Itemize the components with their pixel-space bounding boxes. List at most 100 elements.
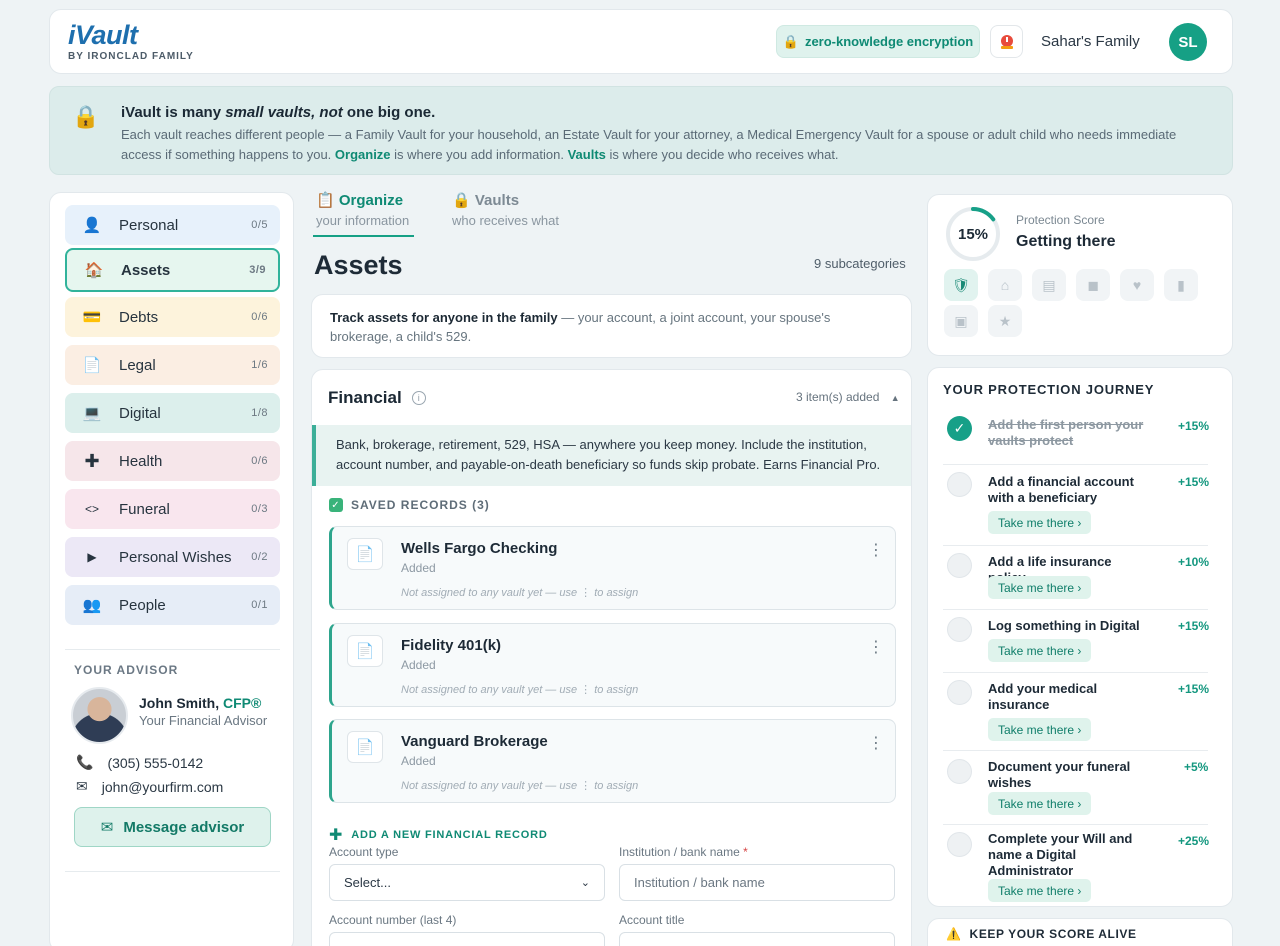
family-name[interactable]: Sahar's Family	[1041, 33, 1140, 50]
banner-body-text: is where you add information.	[390, 147, 568, 162]
add-new-record-button[interactable]: ✚ ADD A NEW FINANCIAL RECORD	[329, 825, 548, 845]
step-text: Add your medical insurance	[988, 681, 1098, 712]
subcategory-count: 9 subcategories	[814, 256, 906, 271]
plus-icon: ✚	[84, 450, 100, 471]
advisor-phone[interactable]: 📞 (305) 555-0142	[76, 754, 203, 771]
divider	[65, 871, 280, 872]
account-number-input[interactable]	[329, 932, 605, 946]
sidebar-item-personal[interactable]: 👤 Personal 0/5	[65, 205, 280, 245]
section-title: Financial i	[328, 388, 426, 408]
sidebar-item-assets[interactable]: 🏠 Assets 3/9	[65, 248, 280, 292]
checkbox-icon: ✓	[329, 498, 343, 512]
advisor-credential: CFP®	[223, 695, 262, 711]
sidebar-item-label: Legal	[119, 356, 156, 374]
active-tab-indicator	[313, 235, 414, 237]
items-added-toggle[interactable]: 3 item(s) added ▲	[796, 390, 900, 404]
sidebar-item-digital[interactable]: 💻 Digital 1/8	[65, 393, 280, 433]
divider	[943, 672, 1208, 673]
step-text: Log something in Digital	[988, 618, 1140, 633]
score-status: Getting there	[1016, 233, 1116, 250]
advisor-name-text: John Smith,	[139, 695, 220, 711]
sidebar-item-health[interactable]: ✚ Health 0/6	[65, 441, 280, 481]
advisor-email[interactable]: ✉ john@yourfirm.com	[76, 778, 223, 795]
record-note: Not assigned to any vault yet — use ⋮ to…	[401, 684, 639, 696]
step-text: Document your funeral wishes	[988, 759, 1131, 790]
advisor-phone-text: (305) 555-0142	[107, 754, 204, 771]
lock-icon: 🔒	[782, 33, 799, 49]
section-title-text: Financial	[328, 388, 402, 407]
more-options-icon[interactable]: ⋮	[868, 637, 884, 657]
sidebar-item-label: Personal Wishes	[119, 548, 232, 566]
record-name: Fidelity 401(k)	[401, 637, 502, 654]
sidebar-item-count: 3/9	[249, 264, 266, 276]
logo[interactable]: iVault BY IRONCLAD FAMILY	[68, 20, 194, 62]
step-incomplete-icon	[947, 617, 972, 642]
take-me-there-button[interactable]: Take me there ›	[988, 792, 1092, 815]
saved-records-heading: ✓ SAVED RECORDS (3)	[329, 498, 490, 512]
institution-label-text: Institution / bank name	[619, 845, 740, 859]
step-incomplete-icon	[947, 680, 972, 705]
sidebar-item-funeral[interactable]: <> Funeral 0/3	[65, 489, 280, 529]
record-card[interactable]: 📄 Fidelity 401(k) Added Not assigned to …	[329, 623, 896, 707]
sidebar-item-count: 0/6	[251, 455, 268, 467]
plus-icon: ✚	[329, 827, 344, 844]
tab-vaults-sub: who receives what	[452, 213, 559, 228]
take-me-there-button[interactable]: Take me there ›	[988, 639, 1092, 662]
sidebar-item-personal-wishes[interactable]: ▶ Personal Wishes 0/2	[65, 537, 280, 577]
score-percent: 15%	[957, 225, 989, 243]
financial-section: Financial i 3 item(s) added ▲ Bank, brok…	[311, 369, 912, 946]
sidebar-item-legal[interactable]: 📄 Legal 1/6	[65, 345, 280, 385]
account-title-input[interactable]	[619, 932, 895, 946]
sidebar-item-debts[interactable]: 💳 Debts 0/6	[65, 297, 280, 337]
laptop-icon: 💻	[82, 405, 102, 422]
alert-button[interactable]	[990, 25, 1023, 58]
take-me-there-button[interactable]: Take me there ›	[988, 576, 1092, 599]
take-me-there-button[interactable]: Take me there ›	[988, 879, 1092, 902]
account-type-select[interactable]: Select... ⌄	[329, 864, 605, 901]
shield-icon[interactable]: 🛡	[944, 269, 978, 301]
sidebar-item-label: Assets	[121, 261, 171, 279]
record-status: Added	[401, 658, 436, 672]
institution-input[interactable]: Institution / bank name	[619, 864, 895, 901]
house-icon: 🏠	[84, 262, 104, 279]
info-icon[interactable]: i	[411, 391, 426, 405]
take-me-there-button[interactable]: Take me there ›	[988, 718, 1092, 741]
intro-card: Track assets for anyone in the family — …	[311, 294, 912, 358]
document-icon: 📄	[347, 635, 383, 667]
score-label: Protection Score	[1016, 213, 1105, 227]
record-card[interactable]: 📄 Vanguard Brokerage Added Not assigned …	[329, 719, 896, 803]
sidebar-item-count: 0/3	[251, 503, 268, 515]
tab-vaults[interactable]: 🔒 Vaults who receives what	[452, 191, 559, 228]
step-percent: +15%	[1178, 419, 1210, 433]
step-percent: +15%	[1178, 475, 1210, 489]
sidebar-item-label: People	[119, 596, 166, 614]
chat-icon[interactable]: ◼	[1076, 269, 1110, 301]
document-icon[interactable]: ▤	[1032, 269, 1066, 301]
more-options-icon[interactable]: ⋮	[868, 733, 884, 753]
tab-organize[interactable]: 📋 Organize your information	[316, 191, 409, 228]
sidebar-item-people[interactable]: 👥 People 0/1	[65, 585, 280, 625]
star-icon[interactable]: ★	[988, 305, 1022, 337]
banner-title-end: one big one.	[342, 104, 436, 121]
house-icon[interactable]: ⌂	[988, 269, 1022, 301]
sidebar-item-label: Funeral	[119, 500, 170, 518]
page-title: Assets	[314, 250, 403, 280]
more-options-icon[interactable]: ⋮	[868, 540, 884, 560]
tab-organize-sub: your information	[316, 213, 410, 228]
sidebar-item-count: 0/2	[251, 551, 268, 563]
step-text: Add the first person your vaults protect	[988, 417, 1144, 448]
banner-title-start: iVault is many	[121, 104, 226, 121]
alert-icon	[1000, 34, 1013, 49]
heart-icon[interactable]: ♥	[1120, 269, 1154, 301]
step-percent: +5%	[1184, 760, 1209, 774]
account-type-label: Account type	[329, 845, 399, 859]
step-percent: +15%	[1178, 619, 1210, 633]
take-me-there-button[interactable]: Take me there ›	[988, 511, 1092, 534]
account-title-label: Account title	[619, 913, 685, 927]
message-advisor-button[interactable]: ✉ Message advisor	[74, 807, 271, 847]
banner-title-italic: small vaults, not	[225, 104, 343, 121]
record-card[interactable]: 📄 Wells Fargo Checking Added Not assigne…	[329, 526, 896, 610]
user-avatar[interactable]: SL	[1169, 23, 1207, 61]
candle-icon[interactable]: ▮	[1164, 269, 1198, 301]
laptop-icon[interactable]: ▣	[944, 305, 978, 337]
